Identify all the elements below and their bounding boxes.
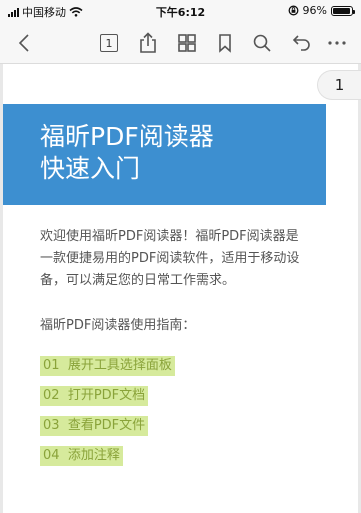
highlighted-step: 02 打开PDF文档 (40, 386, 149, 406)
title-banner: 福昕PDF阅读器 快速入门 (3, 104, 326, 205)
list-item[interactable]: 04 添加注释 (40, 444, 175, 466)
title-line-1: 福昕PDF阅读器 (40, 122, 214, 151)
step-number: 02 (43, 388, 60, 403)
document-viewer[interactable]: 福昕PDF阅读器 快速入门 欢迎使用福昕PDF阅读器！福昕PDF阅读器是 一款便… (0, 64, 361, 513)
back-icon (18, 34, 29, 52)
intro-paragraph: 欢迎使用福昕PDF阅读器！福昕PDF阅读器是 一款便捷易用的PDF阅读软件，适用… (40, 226, 340, 292)
step-text: 添加注释 (67, 448, 120, 463)
bookmark-button[interactable] (212, 30, 238, 56)
step-text: 打开PDF文档 (67, 388, 146, 403)
pdf-page[interactable]: 福昕PDF阅读器 快速入门 欢迎使用福昕PDF阅读器！福昕PDF阅读器是 一款便… (3, 64, 358, 513)
search-button[interactable] (249, 30, 275, 56)
orientation-lock-icon (288, 5, 298, 16)
bookmark-icon (219, 34, 231, 53)
list-item[interactable]: 03 查看PDF文件 (40, 414, 175, 436)
reader-toolbar: 1 (0, 22, 361, 64)
battery-level (333, 7, 351, 14)
document-title: 福昕PDF阅读器 快速入门 (40, 121, 214, 185)
list-item[interactable]: 02 打开PDF文档 (40, 384, 175, 406)
undo-button[interactable] (288, 30, 314, 56)
battery-icon (331, 5, 355, 16)
guide-steps: 01 展开工具选择面板 02 打开PDF文档 03 查看PDF文件 04 添加注… (40, 354, 175, 474)
highlighted-step: 04 添加注释 (40, 446, 123, 466)
status-bar: 中国移动 下午6:12 96% (0, 0, 361, 22)
step-number: 01 (43, 358, 60, 373)
intro-line-1: 欢迎使用福昕PDF阅读器！福昕PDF阅读器是 (40, 229, 299, 244)
undo-icon (292, 35, 310, 51)
more-button[interactable] (324, 30, 350, 56)
highlighted-step: 03 查看PDF文件 (40, 416, 149, 436)
page-icon: 1 (100, 34, 118, 52)
step-number: 04 (43, 448, 60, 463)
step-text: 展开工具选择面板 (67, 358, 172, 373)
list-item[interactable]: 01 展开工具选择面板 (40, 354, 175, 376)
thumbnails-button[interactable] (174, 30, 200, 56)
step-number: 03 (43, 418, 60, 433)
search-icon (253, 34, 271, 52)
page-indicator[interactable]: 1 (317, 70, 361, 100)
page-number: 1 (105, 36, 113, 50)
back-button[interactable] (11, 30, 37, 56)
share-button[interactable] (135, 30, 161, 56)
more-icon (328, 41, 346, 45)
guide-heading: 福昕PDF阅读器使用指南： (40, 318, 196, 333)
thumbnails-icon (178, 34, 196, 52)
battery-percent: 96% (302, 4, 327, 17)
page-button[interactable]: 1 (96, 30, 122, 56)
title-line-2: 快速入门 (40, 154, 141, 183)
intro-line-3: 备，可以满足您的日常工作需求。 (40, 273, 236, 288)
status-right: 96% (288, 4, 355, 17)
highlighted-step: 01 展开工具选择面板 (40, 356, 175, 376)
share-icon (140, 32, 156, 53)
intro-line-2: 一款便捷易用的PDF阅读软件，适用于移动设 (40, 251, 300, 266)
step-text: 查看PDF文件 (67, 418, 146, 433)
